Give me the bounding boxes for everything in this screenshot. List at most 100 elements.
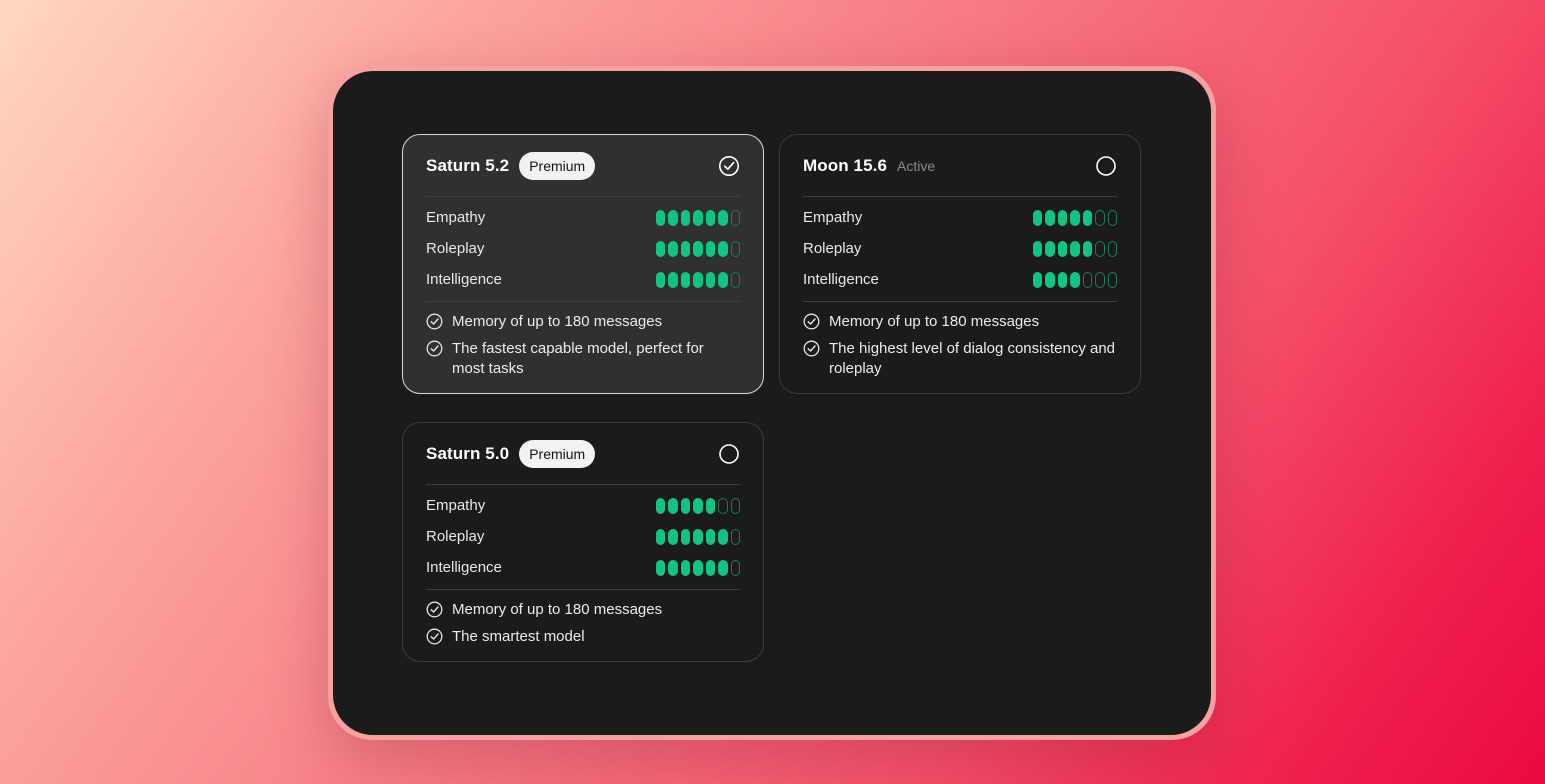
- rating-pill-filled: [680, 209, 690, 226]
- rating-pill-empty: [730, 271, 740, 288]
- rating-pill-filled: [705, 497, 715, 514]
- rating-pill-filled: [1057, 271, 1067, 288]
- feature-text: Memory of up to 180 messages: [452, 313, 663, 330]
- rating-row-intelligence: Intelligence: [426, 552, 740, 583]
- feature-text: The smartest model: [452, 628, 585, 645]
- rating-pill-filled: [693, 271, 703, 288]
- rating-row-empathy: Empathy: [426, 202, 740, 233]
- rating-pill-empty: [1107, 271, 1117, 288]
- rating-meter: [655, 209, 740, 226]
- premium-badge: Premium: [519, 439, 596, 468]
- rating-label: Roleplay: [426, 240, 485, 257]
- rating-label: Intelligence: [803, 271, 879, 288]
- rating-pill-empty: [1107, 240, 1117, 257]
- rating-meter: [655, 497, 740, 514]
- rating-pill-filled: [680, 559, 690, 576]
- feature-item: The fastest capable model, perfect for m…: [426, 339, 740, 379]
- rating-pill-filled: [693, 497, 703, 514]
- rating-pill-filled: [718, 528, 728, 545]
- card-header: Saturn 5.0 Premium: [426, 423, 740, 485]
- rating-pill-empty: [730, 559, 740, 576]
- rating-label: Empathy: [426, 209, 486, 226]
- model-card-saturn-5-0[interactable]: Saturn 5.0 Premium Empathy Roleplay Inte…: [402, 422, 764, 662]
- rating-pill-empty: [730, 209, 740, 226]
- selected-check-icon[interactable]: [718, 155, 740, 177]
- rating-row-intelligence: Intelligence: [426, 264, 740, 295]
- rating-pill-empty: [718, 497, 728, 514]
- model-card-saturn-5-2[interactable]: Saturn 5.2 Premium Empathy Roleplay Inte…: [402, 134, 764, 394]
- ratings-list: Empathy Roleplay Intelligence: [426, 485, 740, 590]
- rating-pill-empty: [730, 497, 740, 514]
- rating-pill-filled: [1057, 240, 1067, 257]
- rating-pill-filled: [655, 559, 665, 576]
- rating-pill-empty: [1082, 271, 1092, 288]
- rating-pill-filled: [655, 271, 665, 288]
- feature-item: Memory of up to 180 messages: [803, 312, 1117, 332]
- rating-pill-empty: [1095, 240, 1105, 257]
- rating-pill-filled: [705, 209, 715, 226]
- rating-pill-empty: [730, 528, 740, 545]
- feature-list: Memory of up to 180 messages The smartes…: [426, 590, 740, 661]
- rating-pill-filled: [668, 497, 678, 514]
- rating-pill-filled: [693, 240, 703, 257]
- rating-pill-empty: [1095, 271, 1105, 288]
- feature-item: The highest level of dialog consistency …: [803, 339, 1117, 379]
- rating-pill-filled: [705, 271, 715, 288]
- rating-row-roleplay: Roleplay: [803, 233, 1117, 264]
- rating-pill-filled: [655, 240, 665, 257]
- rating-row-intelligence: Intelligence: [803, 264, 1117, 295]
- rating-label: Empathy: [426, 497, 486, 514]
- feature-text: The highest level of dialog consistency …: [829, 340, 1116, 377]
- rating-pill-filled: [705, 528, 715, 545]
- rating-pill-filled: [668, 559, 678, 576]
- rating-pill-filled: [1070, 209, 1080, 226]
- rating-pill-filled: [668, 240, 678, 257]
- rating-row-roleplay: Roleplay: [426, 233, 740, 264]
- premium-badge: Premium: [519, 151, 596, 180]
- rating-pill-filled: [718, 271, 728, 288]
- rating-pill-filled: [655, 497, 665, 514]
- rating-meter: [1032, 209, 1117, 226]
- active-status-label: Active: [897, 157, 936, 174]
- rating-pill-filled: [655, 209, 665, 226]
- rating-pill-empty: [1107, 209, 1117, 226]
- rating-meter: [655, 271, 740, 288]
- rating-pill-filled: [1045, 271, 1055, 288]
- model-card-moon-15-6[interactable]: Moon 15.6 Active Empathy Roleplay Intell…: [779, 134, 1141, 394]
- rating-pill-empty: [730, 240, 740, 257]
- rating-row-roleplay: Roleplay: [426, 521, 740, 552]
- feature-list: Memory of up to 180 messages The fastest…: [426, 302, 740, 393]
- rating-pill-filled: [1082, 209, 1092, 226]
- rating-pill-filled: [705, 559, 715, 576]
- rating-pill-filled: [718, 209, 728, 226]
- rating-pill-filled: [693, 559, 703, 576]
- feature-item: Memory of up to 180 messages: [426, 312, 740, 332]
- check-circle-icon: [803, 313, 820, 330]
- rating-pill-filled: [668, 528, 678, 545]
- rating-pill-filled: [680, 271, 690, 288]
- radio-unselected-icon[interactable]: [718, 443, 740, 465]
- rating-row-empathy: Empathy: [426, 490, 740, 521]
- rating-pill-filled: [668, 209, 678, 226]
- feature-text: The fastest capable model, perfect for m…: [452, 340, 704, 377]
- rating-pill-filled: [718, 559, 728, 576]
- rating-pill-filled: [1082, 240, 1092, 257]
- model-name: Moon 15.6: [803, 155, 888, 175]
- rating-pill-filled: [693, 528, 703, 545]
- rating-meter: [655, 528, 740, 545]
- feature-text: Memory of up to 180 messages: [829, 313, 1040, 330]
- rating-pill-filled: [680, 497, 690, 514]
- check-circle-icon: [426, 340, 443, 357]
- rating-pill-filled: [718, 240, 728, 257]
- rating-pill-filled: [693, 209, 703, 226]
- ratings-list: Empathy Roleplay Intelligence: [803, 197, 1117, 302]
- rating-pill-filled: [1032, 240, 1042, 257]
- rating-meter: [655, 240, 740, 257]
- rating-pill-filled: [705, 240, 715, 257]
- check-circle-icon: [426, 628, 443, 645]
- feature-list: Memory of up to 180 messages The highest…: [803, 302, 1117, 393]
- rating-pill-filled: [1032, 209, 1042, 226]
- rating-pill-filled: [680, 528, 690, 545]
- radio-unselected-icon[interactable]: [1095, 155, 1117, 177]
- card-header: Saturn 5.2 Premium: [426, 135, 740, 197]
